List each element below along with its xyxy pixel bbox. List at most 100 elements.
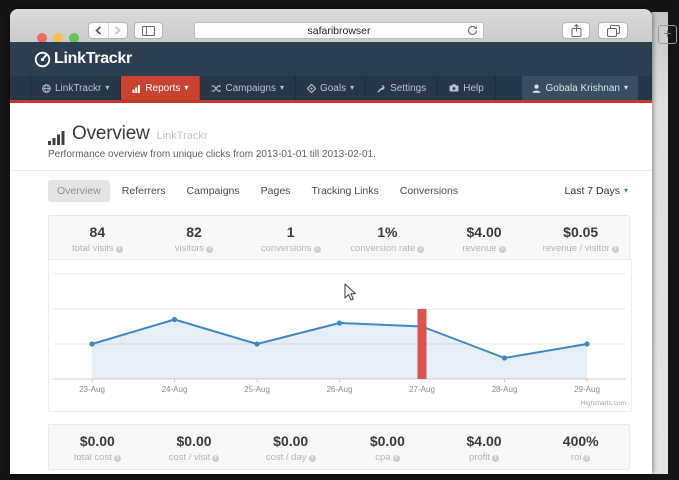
address-text: safaribrowser: [195, 25, 483, 37]
svg-text:23-Aug: 23-Aug: [79, 385, 105, 394]
linktrackr-logo-icon: [34, 51, 51, 68]
reload-icon[interactable]: [467, 25, 478, 36]
background-window-strip: [651, 12, 668, 474]
stats-row-bottom: $0.00 total costi $0.00 cost / visiti $0…: [48, 424, 630, 470]
tab-campaigns[interactable]: Campaigns: [178, 180, 249, 202]
linktrackr-logo[interactable]: LinkTrackr: [34, 50, 132, 68]
mouse-cursor: [344, 283, 357, 302]
history-nav-buttons: [88, 22, 128, 39]
camera-icon: [449, 84, 459, 92]
stat-revenue-visitor: $0.05 revenue / visitori: [532, 216, 629, 261]
share-icon: [571, 24, 582, 37]
stat-value: 400%: [532, 433, 629, 449]
shuffle-icon: [211, 84, 221, 93]
nav-item-goals[interactable]: Goals ▾: [296, 76, 366, 100]
wrench-icon: [377, 84, 386, 93]
info-icon[interactable]: i: [583, 455, 590, 462]
info-icon[interactable]: i: [114, 455, 121, 462]
stat-total-cost: $0.00 total costi: [49, 425, 146, 469]
nav-label: Goals: [320, 83, 346, 94]
visits-chart[interactable]: 23-Aug24-Aug25-Aug26-Aug27-Aug28-Aug29-A…: [49, 260, 631, 411]
browser-window: safaribrowser: [10, 9, 652, 474]
nav-label: LinkTrackr: [55, 83, 101, 94]
stat-value: 1%: [339, 224, 436, 240]
tab-conversions[interactable]: Conversions: [391, 180, 467, 202]
logo-text: LinkTrackr: [54, 50, 132, 68]
caret-down-icon: ▾: [105, 84, 109, 92]
nav-item-linktrackr[interactable]: LinkTrackr ▾: [30, 76, 121, 100]
user-menu[interactable]: Gobala Krishnan ▾: [522, 76, 638, 100]
nav-label: Campaigns: [225, 83, 276, 94]
stat-label: profiti: [436, 452, 533, 463]
stat-conversions: 1 conversionsi: [242, 216, 339, 261]
stats-row-top: 84 total visitsi 82 visitorsi 1 conversi…: [48, 215, 630, 262]
info-icon[interactable]: i: [417, 246, 424, 253]
info-icon[interactable]: i: [393, 455, 400, 462]
svg-text:29-Aug: 29-Aug: [574, 385, 600, 394]
nav-item-campaigns[interactable]: Campaigns ▾: [200, 76, 296, 100]
globe-icon: [42, 84, 51, 93]
address-bar[interactable]: safaribrowser: [194, 22, 484, 39]
caret-down-icon: ▾: [184, 84, 188, 92]
stat-value: $0.05: [532, 224, 629, 240]
date-range-selector[interactable]: Last 7 Days ▾: [565, 185, 628, 197]
stat-value: 82: [146, 224, 243, 240]
screen: { "colors": { "header_navy": "#2d3e50", …: [0, 0, 679, 480]
chevron-right-icon: [114, 26, 121, 35]
stat-label: total visitsi: [49, 243, 146, 254]
stat-label: visitorsi: [146, 243, 243, 254]
info-icon[interactable]: i: [492, 455, 499, 462]
info-icon[interactable]: i: [212, 455, 219, 462]
svg-text:26-Aug: 26-Aug: [327, 385, 353, 394]
forward-button[interactable]: [108, 23, 128, 38]
caret-down-icon: ▾: [624, 84, 628, 92]
back-button[interactable]: [89, 23, 108, 38]
share-button[interactable]: [562, 22, 590, 39]
browser-toolbar: safaribrowser: [10, 9, 652, 43]
tab-referrers[interactable]: Referrers: [113, 180, 175, 202]
nav-item-help[interactable]: Help: [438, 76, 496, 100]
target-icon: [307, 84, 316, 93]
overview-chart-icon: [48, 130, 65, 145]
info-icon[interactable]: i: [309, 455, 316, 462]
stat-label: roii: [532, 452, 629, 463]
stat-cost-day: $0.00 cost / dayi: [242, 425, 339, 469]
stat-label: conversionsi: [242, 243, 339, 254]
stat-value: $0.00: [339, 433, 436, 449]
report-tabs: Overview Referrers Campaigns Pages Track…: [48, 180, 470, 202]
stat-value: $0.00: [146, 433, 243, 449]
nav-label: Settings: [390, 83, 426, 94]
stat-label: cost / visiti: [146, 452, 243, 463]
info-icon[interactable]: i: [206, 246, 213, 253]
nav-item-settings[interactable]: Settings: [366, 76, 438, 100]
nav-label: Reports: [145, 83, 180, 94]
tab-tracking-links[interactable]: Tracking Links: [302, 180, 387, 202]
tab-overview[interactable]: Overview: [48, 180, 110, 202]
date-range-label: Last 7 Days: [565, 185, 620, 197]
main-navigation: LinkTrackr ▾ Reports ▾ Campaigns ▾: [10, 76, 652, 103]
stat-revenue: $4.00 revenuei: [436, 216, 533, 261]
svg-text:27-Aug: 27-Aug: [409, 385, 435, 394]
user-name: Gobala Krishnan: [545, 83, 620, 94]
page-content: Overview LinkTrackr Performance overview…: [10, 103, 652, 474]
page-title: Overview: [72, 123, 150, 145]
chevron-left-icon: [95, 26, 102, 35]
app-header: LinkTrackr: [10, 42, 652, 76]
stat-value: $0.00: [49, 433, 146, 449]
info-icon[interactable]: i: [499, 246, 506, 253]
stat-conversion-rate: 1% conversion ratei: [339, 216, 436, 261]
stat-visitors: 82 visitorsi: [146, 216, 243, 261]
stat-label: revenuei: [436, 243, 533, 254]
nav-item-reports[interactable]: Reports ▾: [121, 76, 200, 100]
new-tab-button[interactable]: +: [658, 25, 677, 44]
tab-pages[interactable]: Pages: [252, 180, 300, 202]
show-tabs-button[interactable]: [598, 22, 628, 39]
info-icon[interactable]: i: [612, 246, 619, 253]
caret-down-icon: ▾: [624, 187, 628, 195]
stat-cost-visit: $0.00 cost / visiti: [146, 425, 243, 469]
sidebar-icon: [142, 26, 155, 36]
stat-cpa: $0.00 cpai: [339, 425, 436, 469]
info-icon[interactable]: i: [314, 246, 321, 253]
info-icon[interactable]: i: [116, 246, 123, 253]
sidebar-toggle-button[interactable]: [134, 22, 163, 39]
